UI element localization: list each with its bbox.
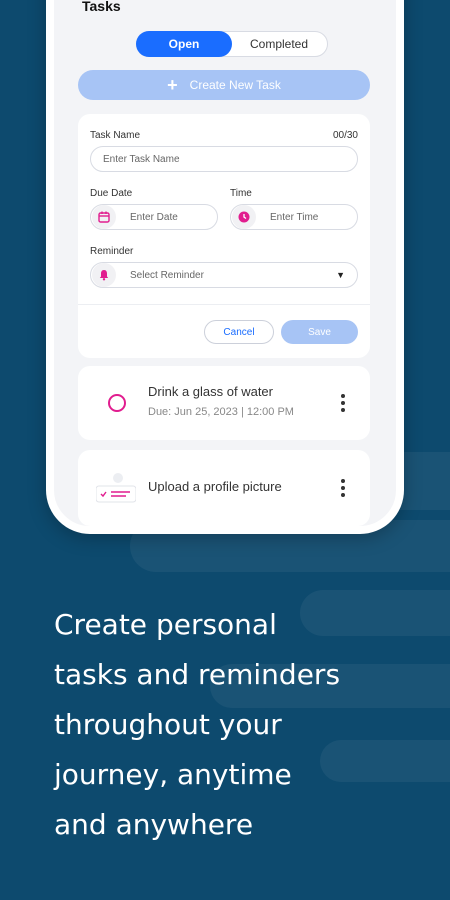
more-options-icon[interactable] bbox=[340, 479, 346, 497]
cancel-button[interactable]: Cancel bbox=[204, 320, 274, 344]
time-label: Time bbox=[230, 188, 252, 199]
circle-checkbox-icon[interactable] bbox=[108, 394, 126, 412]
task-status-toggle: Open Completed bbox=[136, 31, 328, 57]
time-input[interactable]: Enter Time bbox=[230, 204, 358, 230]
task-name-counter: 00/30 bbox=[332, 130, 358, 141]
due-date-input[interactable]: Enter Date bbox=[90, 204, 218, 230]
bell-icon bbox=[92, 263, 116, 287]
create-new-task-button[interactable]: + Create New Task bbox=[78, 70, 370, 100]
task-title: Upload a profile picture bbox=[148, 479, 282, 494]
due-date-placeholder: Enter Date bbox=[130, 211, 178, 223]
task-card[interactable]: Upload a profile picture bbox=[78, 450, 370, 526]
clock-icon bbox=[232, 205, 256, 229]
due-date-label: Due Date bbox=[90, 188, 133, 199]
promo-headline: Create personal tasks and reminders thro… bbox=[54, 600, 434, 850]
reminder-placeholder: Select Reminder bbox=[130, 269, 204, 281]
create-new-task-label: Create New Task bbox=[189, 78, 281, 92]
more-options-icon[interactable] bbox=[340, 394, 346, 412]
headline-line: journey, anytime bbox=[54, 758, 292, 791]
page-title: Tasks bbox=[82, 0, 121, 14]
task-title: Drink a glass of water bbox=[148, 384, 273, 399]
profile-card-icon bbox=[95, 472, 137, 509]
headline-line: tasks and reminders bbox=[54, 658, 341, 691]
headline-line: Create personal bbox=[54, 608, 277, 641]
calendar-icon bbox=[92, 205, 116, 229]
phone-mockup: Tasks Open Completed + Create New Task T… bbox=[46, 0, 404, 534]
tab-completed[interactable]: Completed bbox=[231, 32, 327, 56]
task-name-label: Task Name bbox=[90, 130, 141, 141]
time-placeholder: Enter Time bbox=[270, 211, 319, 223]
task-card[interactable]: Drink a glass of water Due: Jun 25, 2023… bbox=[78, 366, 370, 440]
task-name-input[interactable]: Enter Task Name bbox=[90, 146, 358, 172]
task-name-placeholder: Enter Task Name bbox=[103, 153, 180, 165]
headline-line: throughout your bbox=[54, 708, 282, 741]
caret-down-icon: ▼ bbox=[336, 270, 345, 280]
plus-icon: + bbox=[167, 75, 178, 95]
new-task-form: Task Name 00/30 Enter Task Name Due Date… bbox=[78, 114, 370, 358]
reminder-select[interactable]: Select Reminder ▼ bbox=[90, 262, 358, 288]
headline-line: and anywhere bbox=[54, 808, 254, 841]
reminder-label: Reminder bbox=[90, 246, 134, 257]
task-due: Due: Jun 25, 2023 | 12:00 PM bbox=[148, 406, 294, 418]
form-divider bbox=[78, 304, 370, 305]
tab-open[interactable]: Open bbox=[136, 31, 232, 57]
save-button[interactable]: Save bbox=[281, 320, 358, 344]
